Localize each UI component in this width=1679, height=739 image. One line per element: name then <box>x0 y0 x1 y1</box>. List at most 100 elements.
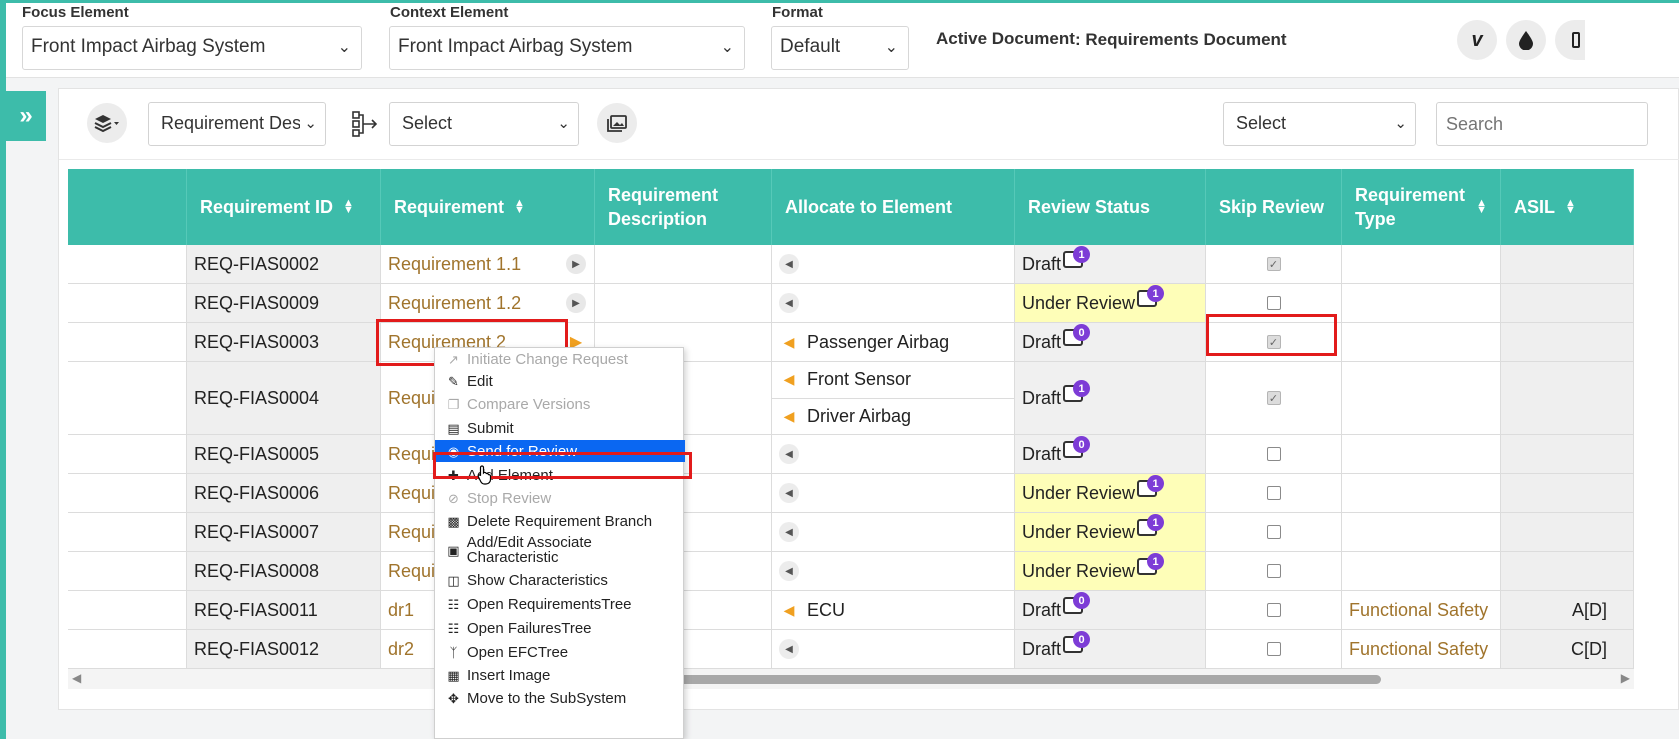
requirement-cell[interactable]: Requirement 1.2 ▶ <box>381 284 595 322</box>
comment-badge-icon[interactable]: 1 <box>1137 514 1165 538</box>
sidebar-toggle-button[interactable]: » <box>6 91 46 141</box>
review-status-text: Under Review <box>1022 560 1136 581</box>
context-menu-item[interactable]: ▩ Delete Requirement Branch <box>435 510 685 533</box>
comment-badge-icon[interactable]: 1 <box>1137 285 1165 309</box>
expand-arrow-icon[interactable]: ▶ <box>566 254 586 274</box>
context-element-label: Context Element <box>390 4 509 21</box>
skip-review-cell[interactable]: ✓ <box>1206 245 1342 283</box>
collapse-arrow-icon[interactable]: ◀ <box>779 293 799 313</box>
skip-review-cell[interactable] <box>1206 591 1342 629</box>
skip-review-checkbox[interactable] <box>1266 564 1281 578</box>
context-menu-item[interactable]: ✥ Move to the SubSystem <box>435 687 685 709</box>
requirement-id-cell: REQ-FIAS0002 <box>187 245 381 283</box>
theme-button[interactable] <box>1506 20 1546 60</box>
header-requirement[interactable]: Requirement ▲ ▼ <box>381 169 595 245</box>
comment-badge-icon[interactable]: 0 <box>1063 324 1091 348</box>
comment-badge-icon[interactable]: 0 <box>1063 436 1091 460</box>
skip-review-checkbox[interactable] <box>1266 603 1281 617</box>
context-menu-item[interactable]: ❐ Compare Versions <box>435 393 685 416</box>
skip-review-cell[interactable] <box>1206 513 1342 551</box>
allocate-to-element-cell[interactable]: ◀ <box>772 284 1015 322</box>
requirement-link[interactable]: dr1 <box>388 600 414 621</box>
expand-arrow-icon[interactable]: ▶ <box>566 293 586 313</box>
context-menu-item[interactable]: ✎ Edit <box>435 370 685 393</box>
allocate-to-element-cell[interactable]: ◀ <box>772 513 1015 551</box>
collapse-arrow-icon[interactable]: ◀ <box>779 370 799 390</box>
vimeo-button[interactable]: v <box>1457 20 1497 60</box>
skip-review-checkbox[interactable] <box>1266 525 1281 539</box>
context-menu-item[interactable]: ↗ Initiate Change Request <box>435 348 685 370</box>
gallery-button[interactable] <box>597 103 637 143</box>
allocated-element-row[interactable]: ◀ Front Sensor <box>772 362 1014 399</box>
requirement-cell[interactable]: Requirement 1.1 ▶ <box>381 245 595 283</box>
allocate-to-element-cell[interactable]: ◀ <box>772 474 1015 512</box>
review-status-text: Draft <box>1022 331 1062 352</box>
allocate-to-element-cell[interactable]: ◀ <box>772 630 1015 668</box>
collapse-arrow-icon[interactable]: ◀ <box>779 561 799 581</box>
skip-review-checkbox[interactable]: ✓ <box>1266 391 1281 405</box>
filter-select[interactable]: Select ⌄ <box>1223 102 1416 146</box>
context-menu-item[interactable]: ▣ Add/Edit Associate Characteristic <box>435 533 685 567</box>
collapse-arrow-icon[interactable]: ◀ <box>779 600 799 620</box>
collapse-arrow-icon[interactable]: ◀ <box>779 522 799 542</box>
skip-review-checkbox[interactable] <box>1266 447 1281 461</box>
comment-badge-icon[interactable]: 1 <box>1137 475 1165 499</box>
more-button[interactable] <box>1555 20 1585 60</box>
collapse-arrow-icon[interactable]: ◀ <box>779 444 799 464</box>
scroll-right-icon[interactable]: ▶ <box>1621 671 1630 685</box>
allocate-to-element-cell[interactable]: ◀ <box>772 435 1015 473</box>
allocated-element-row[interactable]: ◀ Driver Airbag <box>772 399 1014 435</box>
requirement-link[interactable]: dr2 <box>388 639 414 660</box>
context-menu-item[interactable]: ☷ Open RequirementsTree <box>435 593 685 615</box>
comment-badge-icon[interactable]: 0 <box>1063 631 1091 655</box>
horizontal-scrollbar[interactable]: ◀ ▶ <box>68 669 1634 689</box>
comment-badge-icon[interactable]: 0 <box>1063 592 1091 616</box>
search-input[interactable] <box>1436 102 1648 146</box>
context-menu-item[interactable]: ☷ Open FailuresTree <box>435 617 685 639</box>
hierarchy-icon[interactable] <box>352 110 380 143</box>
header-asil[interactable]: ASIL ▲ ▼ <box>1501 169 1634 245</box>
header-requirement-id[interactable]: Requirement ID ▲ ▼ <box>187 169 381 245</box>
collapse-arrow-icon[interactable]: ◀ <box>779 406 799 426</box>
skip-review-cell[interactable] <box>1206 630 1342 668</box>
collapse-arrow-icon[interactable]: ◀ <box>779 483 799 503</box>
context-menu-item[interactable]: ◫ Show Characteristics <box>435 569 685 591</box>
comment-badge-icon[interactable]: 1 <box>1137 553 1165 577</box>
skip-review-cell[interactable] <box>1206 435 1342 473</box>
allocate-to-element-cell[interactable]: ◀ <box>772 552 1015 590</box>
scrollbar-thumb[interactable] <box>638 675 1381 684</box>
scroll-left-icon[interactable]: ◀ <box>72 671 81 685</box>
skip-review-checkbox[interactable] <box>1266 642 1281 656</box>
header-label: Skip Review <box>1219 196 1325 217</box>
layers-button[interactable] <box>87 103 127 143</box>
context-menu-item[interactable]: ⊘ Stop Review <box>435 487 685 509</box>
requirement-link[interactable]: Requirement 1.2 <box>388 293 521 314</box>
context-menu-item[interactable]: ▦ Insert Image <box>435 664 685 686</box>
tree-select[interactable]: Select ⌄ <box>389 102 579 146</box>
collapse-arrow-icon[interactable]: ◀ <box>779 254 799 274</box>
comment-badge-icon[interactable]: 1 <box>1063 380 1091 404</box>
skip-review-checkbox[interactable]: ✓ <box>1266 257 1281 271</box>
allocate-to-element-cell[interactable]: ◀ Passenger Airbag <box>772 323 1015 361</box>
skip-review-checkbox[interactable] <box>1266 486 1281 500</box>
allocate-to-element-cell[interactable]: ◀ Front Sensor ◀ Driver Airbag <box>772 362 1015 434</box>
skip-review-cell[interactable]: ✓ <box>1206 362 1342 434</box>
header-requirement-type[interactable]: Requirement Type ▲ ▼ <box>1342 169 1501 245</box>
collapse-arrow-icon[interactable]: ◀ <box>779 639 799 659</box>
toolbar-divider <box>59 159 1679 160</box>
focus-element-select[interactable]: Front Impact Airbag System ⌄ <box>22 26 362 70</box>
allocate-to-element-cell[interactable]: ◀ <box>772 245 1015 283</box>
format-select[interactable]: Default ⌄ <box>771 26 909 70</box>
column-select[interactable]: Requirement Desc ⌄ <box>148 102 326 146</box>
skip-review-checkbox[interactable] <box>1266 296 1281 310</box>
allocate-to-element-cell[interactable]: ◀ ECU <box>772 591 1015 629</box>
skip-review-cell[interactable] <box>1206 552 1342 590</box>
requirement-link[interactable]: Requirement 1.1 <box>388 254 521 275</box>
review-status-text: Under Review <box>1022 482 1136 503</box>
collapse-arrow-icon[interactable]: ◀ <box>779 332 799 352</box>
context-menu-item[interactable]: ᛉ Open EFCTree <box>435 641 685 663</box>
comment-badge-icon[interactable]: 1 <box>1063 246 1091 270</box>
context-menu-item[interactable]: ▤ Submit <box>435 417 685 439</box>
context-element-select[interactable]: Front Impact Airbag System ⌄ <box>389 26 745 70</box>
skip-review-cell[interactable] <box>1206 474 1342 512</box>
